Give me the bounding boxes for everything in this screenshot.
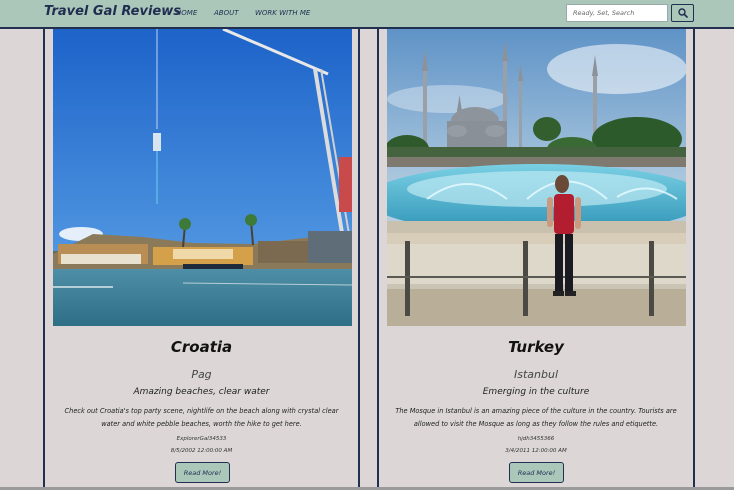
brand-logo[interactable]: Travel Gal Reviews bbox=[44, 4, 181, 19]
magnifier-icon bbox=[677, 8, 688, 18]
card-username: hjdh3455366 bbox=[517, 436, 555, 442]
nav-link-home[interactable]: HOME bbox=[176, 9, 197, 17]
croatia-photo bbox=[53, 29, 352, 326]
search-input[interactable] bbox=[566, 4, 668, 22]
card-title: Turkey bbox=[508, 338, 564, 356]
destination-card-croatia: Croatia Pag Amazing beaches, clear water… bbox=[43, 29, 360, 490]
card-username: ExplorerGal34533 bbox=[176, 436, 227, 442]
card-description: Check out Croatia's top party scene, nig… bbox=[64, 407, 339, 428]
card-date: 3/4/2011 12:00:00 AM bbox=[505, 448, 567, 454]
card-city: Istanbul bbox=[513, 368, 558, 381]
card-date: 8/5/2002 12:00:00 AM bbox=[170, 448, 233, 454]
navbar: Travel Gal Reviews HOME ABOUT WORK WITH … bbox=[0, 0, 734, 29]
read-more-button[interactable]: Read More! bbox=[509, 462, 564, 483]
card-tagline: Emerging in the culture bbox=[482, 387, 590, 397]
search-button[interactable] bbox=[671, 4, 694, 22]
card-title: Croatia bbox=[170, 338, 233, 356]
nav-link-work-with-me[interactable]: WORK WITH ME bbox=[255, 9, 310, 17]
card-description: The Mosque in Istanbul is an amazing pie… bbox=[395, 407, 677, 428]
card-city: Pag bbox=[191, 368, 212, 381]
read-more-button[interactable]: Read More! bbox=[175, 462, 230, 483]
turkey-photo bbox=[387, 29, 686, 326]
nav-link-about[interactable]: ABOUT bbox=[214, 9, 239, 17]
destination-card-turkey: Turkey Istanbul Emerging in the culture … bbox=[377, 29, 695, 490]
card-tagline: Amazing beaches, clear water bbox=[133, 387, 270, 397]
